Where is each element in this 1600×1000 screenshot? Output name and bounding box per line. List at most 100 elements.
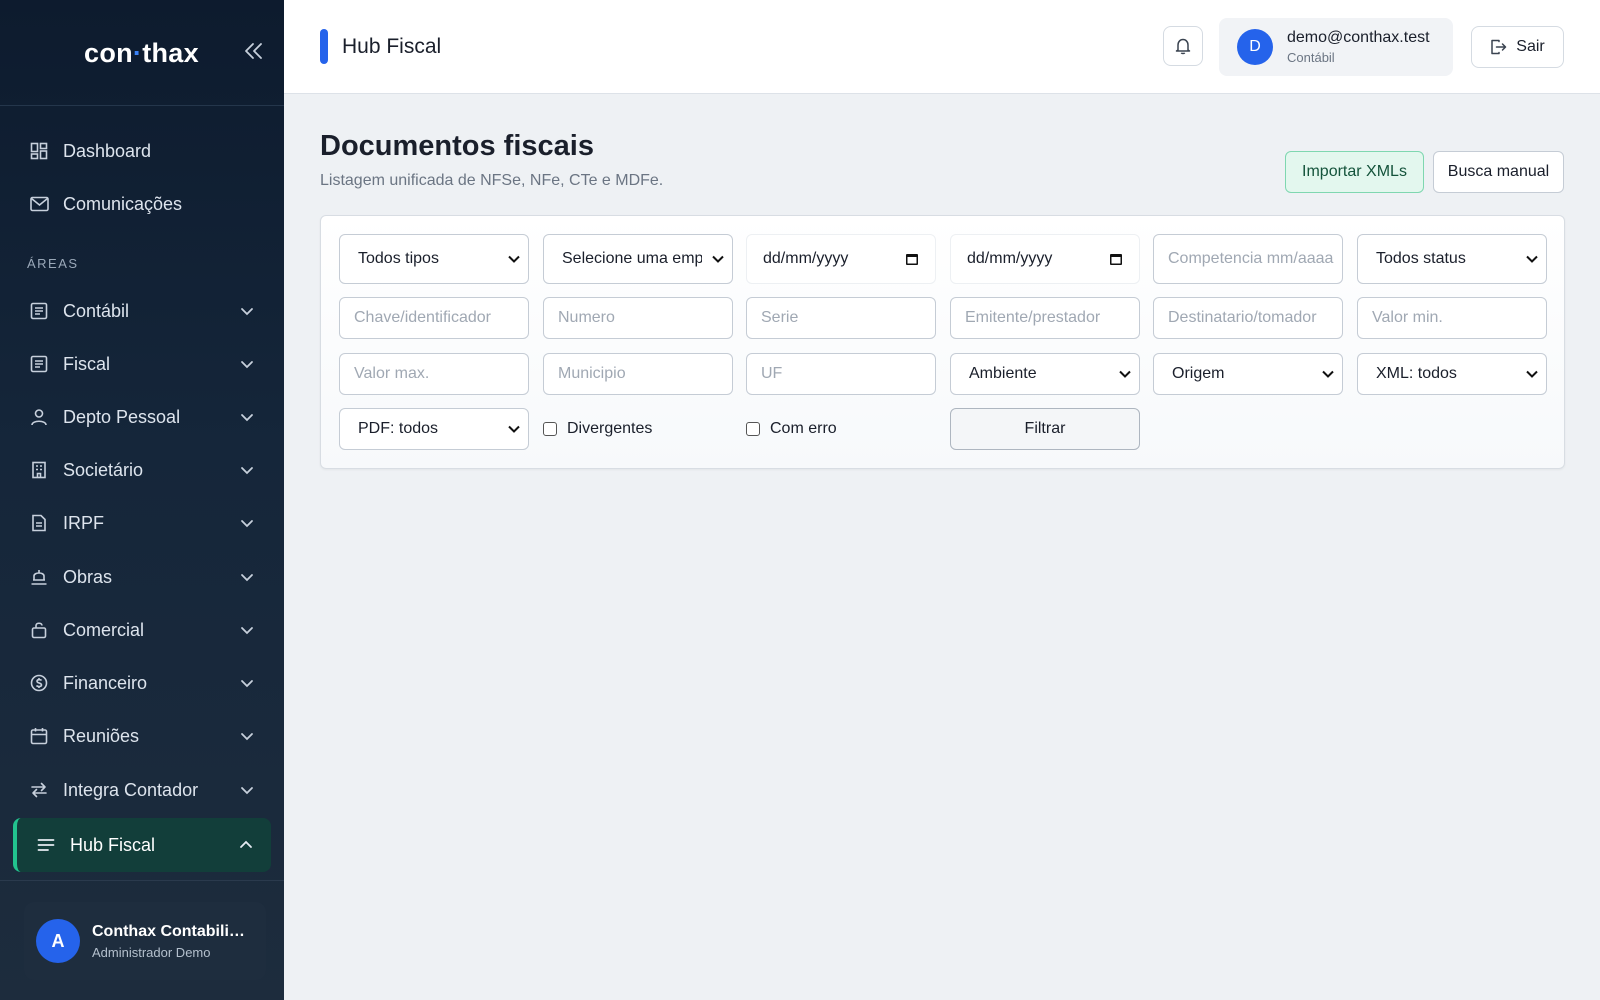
pdf-select-value: PDF: todos xyxy=(358,420,439,437)
user-icon xyxy=(28,406,50,428)
ledger-icon xyxy=(28,353,50,375)
sidebar-item-reunioes[interactable]: Reuniões xyxy=(14,711,272,761)
sidebar-item-label: Dashboard xyxy=(63,140,152,161)
sidebar-item-label: Fiscal xyxy=(63,353,111,374)
sidebar-item-hub-fiscal[interactable]: Hub Fiscal xyxy=(13,818,271,872)
notifications-button[interactable] xyxy=(1163,26,1203,66)
divergentes-label: Divergentes xyxy=(567,420,653,437)
date-to-input[interactable]: dd/mm/yyyy xyxy=(950,234,1140,284)
chevron-down-icon xyxy=(241,361,253,369)
bag-icon xyxy=(28,619,50,641)
sidebar-item-label: Obras xyxy=(63,566,113,587)
sidebar-item-dashboard[interactable]: Dashboard xyxy=(14,126,272,176)
logout-label: Sair xyxy=(1516,38,1545,55)
type-select[interactable]: Todos tipos xyxy=(339,234,529,284)
sidebar-item-fiscal[interactable]: Fiscal xyxy=(14,339,272,389)
recipient-input[interactable]: Destinatario/tomador xyxy=(1153,297,1343,339)
sidebar-item-label: Financeiro xyxy=(63,672,148,693)
issuer-input[interactable]: Emitente/prestador xyxy=(950,297,1140,339)
key-input[interactable]: Chave/identificador xyxy=(339,297,529,339)
status-select[interactable]: Todos status xyxy=(1357,234,1547,284)
state-input[interactable]: UF xyxy=(746,353,936,395)
checkbox-box[interactable] xyxy=(746,422,760,436)
status-select-value: Todos status xyxy=(1376,250,1466,267)
import-xmls-button[interactable]: Importar XMLs xyxy=(1285,151,1424,193)
date-from-input[interactable]: dd/mm/yyyy xyxy=(746,234,936,284)
sidebar-item-financeiro[interactable]: Financeiro xyxy=(14,658,272,708)
header-user-menu[interactable]: D demo@conthax.test Contábil xyxy=(1219,18,1453,76)
chevron-down-icon xyxy=(1526,370,1538,378)
max-value-input[interactable]: Valor max. xyxy=(339,353,529,395)
section-label-areas: ÁREAS xyxy=(27,256,79,271)
chevron-down-icon xyxy=(1322,370,1334,378)
chevron-down-icon xyxy=(241,627,253,635)
sidebar-item-integra-contador[interactable]: Integra Contador xyxy=(14,765,272,815)
sidebar-item-label: Integra Contador xyxy=(63,779,199,800)
sidebar-user-card[interactable]: A Conthax Contabilidade Administrador De… xyxy=(24,902,266,980)
sidebar-item-label: Comercial xyxy=(63,619,145,640)
chevron-down-icon xyxy=(241,733,253,741)
calendar-icon xyxy=(906,254,918,265)
xml-select[interactable]: XML: todos xyxy=(1357,353,1547,395)
com-erro-checkbox[interactable]: Com erro xyxy=(746,420,837,438)
dashboard-icon xyxy=(28,140,50,162)
municipality-input[interactable]: Municipio xyxy=(543,353,733,395)
top-header: Hub Fiscal D demo@conthax.test Contábil … xyxy=(284,0,1600,94)
chevron-down-icon xyxy=(241,467,253,475)
header-title: Hub Fiscal xyxy=(342,35,442,58)
chevron-down-icon xyxy=(241,520,253,528)
chevron-down-icon xyxy=(508,255,520,263)
document-icon xyxy=(28,512,50,534)
sidebar-divider xyxy=(0,880,284,881)
company-select[interactable]: Selecione uma empresa xyxy=(543,234,733,284)
checkbox-box[interactable] xyxy=(543,422,557,436)
bell-icon xyxy=(1175,38,1191,55)
environment-select-value: Ambiente xyxy=(969,365,1037,382)
sidebar-item-contabil[interactable]: Contábil xyxy=(14,286,272,336)
chevron-down-icon xyxy=(241,680,253,688)
collapse-sidebar-icon[interactable] xyxy=(243,40,265,62)
ledger-icon xyxy=(28,300,50,322)
title-accent-bar xyxy=(320,29,328,64)
date-from-value: dd/mm/yyyy xyxy=(763,250,849,267)
type-select-value: Todos tipos xyxy=(358,250,439,267)
origin-select[interactable]: Origem xyxy=(1153,353,1343,395)
xml-select-value: XML: todos xyxy=(1376,365,1457,382)
sidebar-item-label: Contábil xyxy=(63,300,130,321)
sidebar-item-label: IRPF xyxy=(63,512,105,533)
environment-select[interactable]: Ambiente xyxy=(950,353,1140,395)
sidebar-item-label: Comunicações xyxy=(63,193,183,214)
filter-panel: Todos tipos Selecione uma empresa dd/mm/… xyxy=(320,215,1565,469)
user-email: demo@conthax.test xyxy=(1287,29,1430,46)
page-title: Documentos fiscais xyxy=(320,130,594,162)
logout-button[interactable]: Sair xyxy=(1471,26,1564,68)
date-to-value: dd/mm/yyyy xyxy=(967,250,1053,267)
competencia-input[interactable]: Competencia mm/aaaa xyxy=(1153,234,1343,284)
construction-icon xyxy=(28,566,50,588)
brand-logo[interactable]: con·thax xyxy=(84,38,199,69)
sidebar-item-comercial[interactable]: Comercial xyxy=(14,605,272,655)
coin-icon xyxy=(28,672,50,694)
sidebar-item-comunicacoes[interactable]: Comunicações xyxy=(14,179,272,229)
chevron-down-icon xyxy=(241,574,253,582)
series-input[interactable]: Serie xyxy=(746,297,936,339)
sidebar-item-depto-pessoal[interactable]: Depto Pessoal xyxy=(14,392,272,442)
page-subtitle: Listagem unificada de NFSe, NFe, CTe e M… xyxy=(320,172,664,189)
logout-icon xyxy=(1490,39,1507,55)
sidebar-item-obras[interactable]: Obras xyxy=(14,552,272,602)
sidebar-item-societario[interactable]: Societário xyxy=(14,445,272,495)
sidebar-item-label: Depto Pessoal xyxy=(63,406,181,427)
filter-button[interactable]: Filtrar xyxy=(950,408,1140,450)
pdf-select[interactable]: PDF: todos xyxy=(339,408,529,450)
sidebar-item-label: Reuniões xyxy=(63,725,140,746)
sidebar-item-label: Hub Fiscal xyxy=(70,834,156,855)
divergentes-checkbox[interactable]: Divergentes xyxy=(543,420,652,438)
manual-search-button[interactable]: Busca manual xyxy=(1433,151,1564,193)
number-input[interactable]: Numero xyxy=(543,297,733,339)
avatar: D xyxy=(1237,29,1273,65)
calendar-icon xyxy=(28,725,50,747)
min-value-input[interactable]: Valor min. xyxy=(1357,297,1547,339)
calendar-icon xyxy=(1110,254,1122,265)
user-name: Conthax Contabilidade xyxy=(92,922,252,940)
sidebar-item-irpf[interactable]: IRPF xyxy=(14,498,272,548)
